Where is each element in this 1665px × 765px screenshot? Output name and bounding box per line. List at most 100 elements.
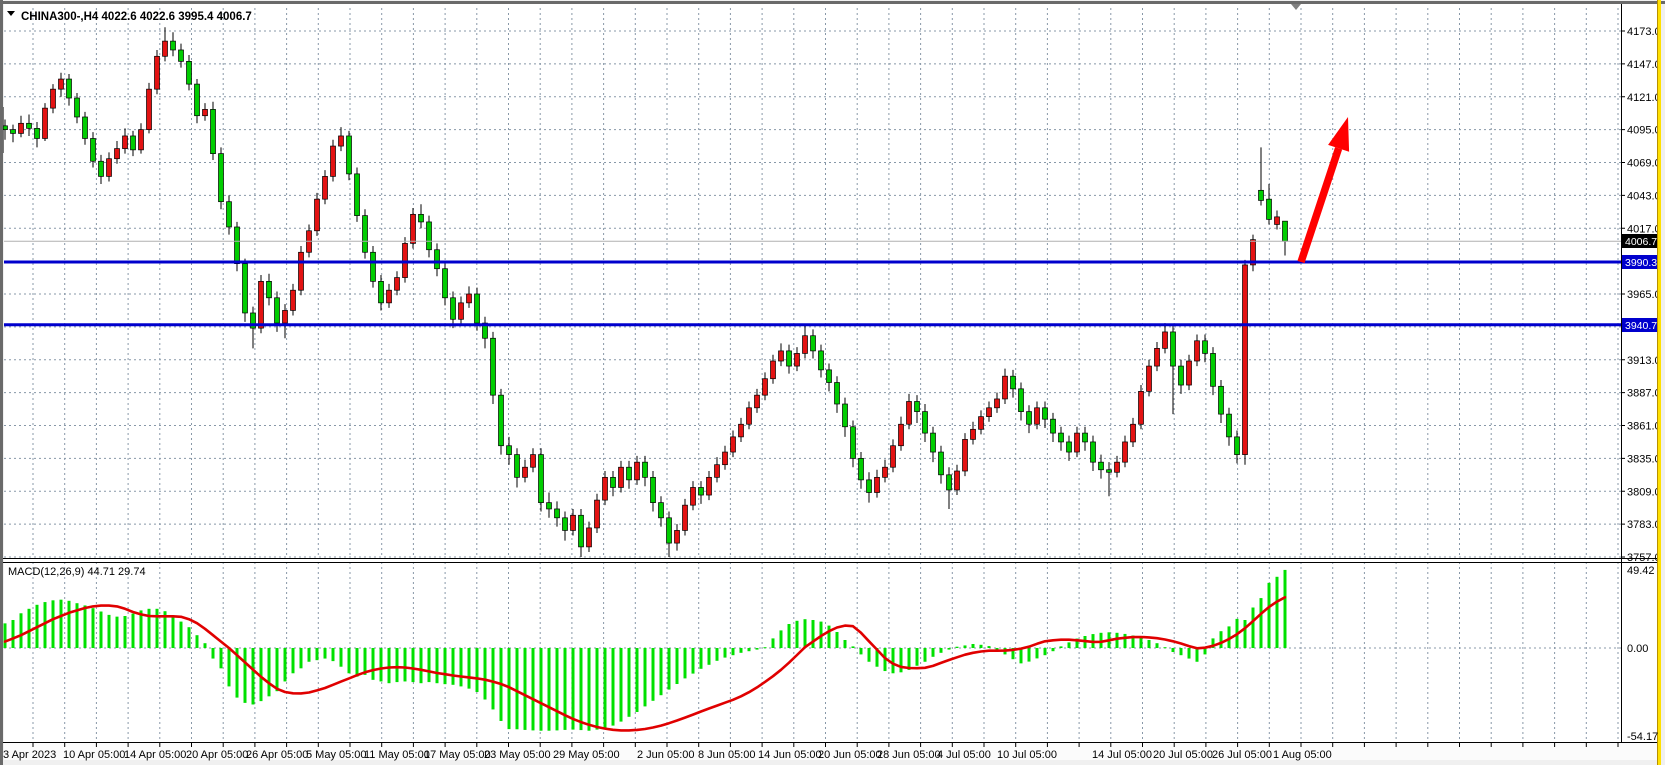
candle-bear[interactable] xyxy=(435,250,440,269)
candle-bull[interactable] xyxy=(1139,391,1144,424)
candle-bear[interactable] xyxy=(1219,386,1224,414)
candle-bull[interactable] xyxy=(411,214,416,243)
candle-bull[interactable] xyxy=(779,351,784,361)
candle-bear[interactable] xyxy=(611,477,616,487)
candle-bear[interactable] xyxy=(419,214,424,222)
candle-bear[interactable] xyxy=(1051,419,1056,433)
candle-bear[interactable] xyxy=(99,161,104,176)
candle-bull[interactable] xyxy=(1275,217,1280,225)
candle-bull[interactable] xyxy=(571,515,576,530)
candle-bear[interactable] xyxy=(11,130,16,134)
candle-bull[interactable] xyxy=(59,79,64,89)
candle-bear[interactable] xyxy=(371,252,376,281)
candle-bull[interactable] xyxy=(291,290,296,310)
candle-bull[interactable] xyxy=(747,408,752,424)
candle-bear[interactable] xyxy=(915,401,920,411)
candle-bear[interactable] xyxy=(195,84,200,116)
candle-bull[interactable] xyxy=(323,176,328,199)
candle-bear[interactable] xyxy=(859,458,864,479)
candle-bear[interactable] xyxy=(1259,190,1264,200)
candle-bear[interactable] xyxy=(939,452,944,475)
candle-bull[interactable] xyxy=(907,401,912,424)
candle-bear[interactable] xyxy=(539,455,544,503)
candle-bull[interactable] xyxy=(259,281,264,328)
candle-bear[interactable] xyxy=(819,351,824,370)
candle-bull[interactable] xyxy=(395,278,400,291)
candle-bear[interactable] xyxy=(83,117,88,138)
candle-bear[interactable] xyxy=(1027,412,1032,425)
candle-bear[interactable] xyxy=(1067,442,1072,452)
candle-bull[interactable] xyxy=(523,467,528,477)
candle-bull[interactable] xyxy=(163,41,168,56)
candle-bull[interactable] xyxy=(403,243,408,277)
candle-bear[interactable] xyxy=(1227,414,1232,437)
candle-bear[interactable] xyxy=(187,61,192,84)
candle-bull[interactable] xyxy=(707,477,712,495)
candle-bull[interactable] xyxy=(387,290,392,303)
candle-bull[interactable] xyxy=(1243,265,1248,455)
candle-bull[interactable] xyxy=(691,487,696,505)
candle-bear[interactable] xyxy=(1091,442,1096,462)
candle-bull[interactable] xyxy=(123,136,128,149)
candle-bear[interactable] xyxy=(219,154,224,202)
candle-bull[interactable] xyxy=(795,353,800,366)
candle-bull[interactable] xyxy=(891,446,896,467)
candle-bear[interactable] xyxy=(235,227,240,264)
candle-bull[interactable] xyxy=(635,462,640,480)
candle-bear[interactable] xyxy=(363,216,368,253)
candle-bull[interactable] xyxy=(19,123,24,133)
candle-bull[interactable] xyxy=(723,452,728,465)
candle-bear[interactable] xyxy=(347,136,352,174)
candle-bear[interactable] xyxy=(643,462,648,477)
candle-bear[interactable] xyxy=(1107,470,1112,473)
candle-bear[interactable] xyxy=(179,50,184,61)
candle-bull[interactable] xyxy=(1195,341,1200,361)
candle-bear[interactable] xyxy=(443,269,448,298)
candle-bull[interactable] xyxy=(1187,361,1192,385)
candle-bull[interactable] xyxy=(883,467,888,477)
candle-bear[interactable] xyxy=(667,518,672,543)
candle-bull[interactable] xyxy=(331,146,336,176)
candle-bear[interactable] xyxy=(1059,433,1064,442)
candle-bear[interactable] xyxy=(267,281,272,297)
candle-bull[interactable] xyxy=(1163,332,1168,348)
candle-bear[interactable] xyxy=(1211,353,1216,386)
candle-bull[interactable] xyxy=(115,149,120,159)
candle-bear[interactable] xyxy=(699,487,704,495)
candle-bull[interactable] xyxy=(995,399,1000,408)
candle-bull[interactable] xyxy=(339,136,344,146)
candle-bull[interactable] xyxy=(899,424,904,445)
candle-bull[interactable] xyxy=(203,109,208,115)
candle-bull[interactable] xyxy=(1155,348,1160,366)
candle-bull[interactable] xyxy=(1035,408,1040,424)
candle-bull[interactable] xyxy=(43,108,48,138)
candle-bull[interactable] xyxy=(731,437,736,452)
candle-bull[interactable] xyxy=(875,477,880,492)
candle-bear[interactable] xyxy=(1203,341,1208,354)
candle-bear[interactable] xyxy=(1043,408,1048,419)
candle-bear[interactable] xyxy=(275,298,280,323)
candle-bear[interactable] xyxy=(1179,366,1184,385)
candle-bull[interactable] xyxy=(147,89,152,129)
candle-bull[interactable] xyxy=(299,252,304,290)
candle-bear[interactable] xyxy=(27,123,32,128)
candle-bull[interactable] xyxy=(1115,462,1120,472)
candle-bull[interactable] xyxy=(1123,442,1128,462)
candle-bear[interactable] xyxy=(627,467,632,480)
candle-bear[interactable] xyxy=(211,109,216,153)
candle-bear[interactable] xyxy=(1083,433,1088,442)
candle-bear[interactable] xyxy=(491,338,496,395)
candle-bull[interactable] xyxy=(107,159,112,177)
candle-bull[interactable] xyxy=(587,528,592,547)
candle-bull[interactable] xyxy=(755,395,760,408)
candle-bear[interactable] xyxy=(1267,199,1272,219)
candle-bear[interactable] xyxy=(75,98,80,117)
candle-bear[interactable] xyxy=(35,128,40,138)
candle-bear[interactable] xyxy=(91,138,96,161)
candle-bull[interactable] xyxy=(1075,433,1080,452)
candle-bear[interactable] xyxy=(931,433,936,452)
candle-bull[interactable] xyxy=(771,361,776,379)
candle-bull[interactable] xyxy=(315,199,320,231)
candle-bear[interactable] xyxy=(1235,437,1240,455)
candle-bear[interactable] xyxy=(243,264,248,313)
